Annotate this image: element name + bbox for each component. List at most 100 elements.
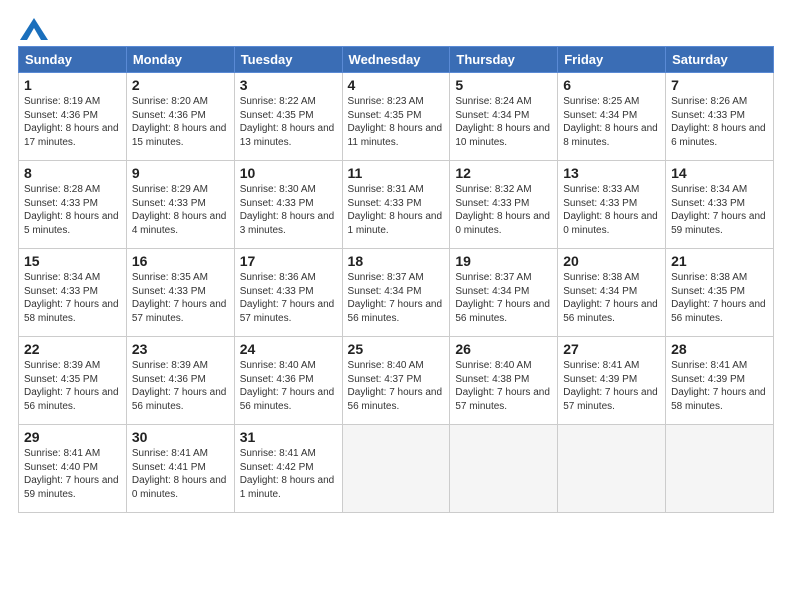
calendar-cell: 31 Sunrise: 8:41 AMSunset: 4:42 PMDayligh… [234,425,342,513]
day-number: 20 [563,253,660,269]
day-number: 16 [132,253,229,269]
cell-text: Sunrise: 8:33 AMSunset: 4:33 PMDaylight:… [563,183,660,237]
day-number: 12 [455,165,552,181]
cell-text: Sunrise: 8:25 AMSunset: 4:34 PMDaylight:… [563,95,660,149]
calendar-cell: 11 Sunrise: 8:31 AMSunset: 4:33 PMDayligh… [342,161,450,249]
cell-text: Sunrise: 8:32 AMSunset: 4:33 PMDaylight:… [455,183,552,237]
weekday-header-wednesday: Wednesday [342,47,450,73]
cell-text: Sunrise: 8:26 AMSunset: 4:33 PMDaylight:… [671,95,768,149]
day-number: 22 [24,341,121,357]
cell-text: Sunrise: 8:40 AMSunset: 4:37 PMDaylight:… [348,359,445,413]
day-number: 11 [348,165,445,181]
logo-icon [20,18,48,40]
weekday-header-tuesday: Tuesday [234,47,342,73]
calendar-cell: 14 Sunrise: 8:34 AMSunset: 4:33 PMDayligh… [666,161,774,249]
calendar-cell: 7 Sunrise: 8:26 AMSunset: 4:33 PMDaylight… [666,73,774,161]
calendar-cell: 19 Sunrise: 8:37 AMSunset: 4:34 PMDayligh… [450,249,558,337]
day-number: 30 [132,429,229,445]
calendar-cell: 13 Sunrise: 8:33 AMSunset: 4:33 PMDayligh… [558,161,666,249]
calendar-cell: 6 Sunrise: 8:25 AMSunset: 4:34 PMDaylight… [558,73,666,161]
calendar-cell: 17Sunrise: 8:36 AMSunset: 4:33 PMDayligh… [234,249,342,337]
cell-text: Sunrise: 8:23 AMSunset: 4:35 PMDaylight:… [348,95,445,149]
calendar-cell: 22 Sunrise: 8:39 AMSunset: 4:35 PMDayligh… [19,337,127,425]
calendar-cell [558,425,666,513]
weekday-header-thursday: Thursday [450,47,558,73]
cell-text: Sunrise: 8:34 AMSunset: 4:33 PMDaylight:… [24,271,121,325]
day-number: 18 [348,253,445,269]
calendar-cell: 28 Sunrise: 8:41 AMSunset: 4:39 PMDayligh… [666,337,774,425]
calendar-cell [342,425,450,513]
calendar: SundayMondayTuesdayWednesdayThursdayFrid… [18,46,774,513]
calendar-cell: 16Sunrise: 8:35 AMSunset: 4:33 PMDayligh… [126,249,234,337]
cell-text: Sunrise: 8:31 AMSunset: 4:33 PMDaylight:… [348,183,445,237]
calendar-cell: 8 Sunrise: 8:28 AMSunset: 4:33 PMDaylight… [19,161,127,249]
day-number: 27 [563,341,660,357]
day-number: 2 [132,77,229,93]
calendar-cell: 25Sunrise: 8:40 AMSunset: 4:37 PMDayligh… [342,337,450,425]
calendar-cell: 18 Sunrise: 8:37 AMSunset: 4:34 PMDayligh… [342,249,450,337]
day-number: 3 [240,77,337,93]
day-number: 5 [455,77,552,93]
day-number: 6 [563,77,660,93]
cell-text: Sunrise: 8:34 AMSunset: 4:33 PMDaylight:… [671,183,768,237]
header [18,18,774,36]
cell-text: Sunrise: 8:37 AMSunset: 4:34 PMDaylight:… [348,271,445,325]
weekday-header-monday: Monday [126,47,234,73]
calendar-cell: 9 Sunrise: 8:29 AMSunset: 4:33 PMDaylight… [126,161,234,249]
day-number: 7 [671,77,768,93]
day-number: 4 [348,77,445,93]
day-number: 1 [24,77,121,93]
cell-text: Sunrise: 8:38 AMSunset: 4:34 PMDaylight:… [563,271,660,325]
cell-text: Sunrise: 8:19 AMSunset: 4:36 PMDaylight:… [24,95,121,149]
calendar-cell: 3Sunrise: 8:22 AMSunset: 4:35 PMDaylight… [234,73,342,161]
calendar-cell: 5 Sunrise: 8:24 AMSunset: 4:34 PMDaylight… [450,73,558,161]
cell-text: Sunrise: 8:29 AMSunset: 4:33 PMDaylight:… [132,183,229,237]
day-number: 24 [240,341,337,357]
weekday-header-friday: Friday [558,47,666,73]
day-number: 8 [24,165,121,181]
day-number: 23 [132,341,229,357]
day-number: 19 [455,253,552,269]
calendar-cell: 4 Sunrise: 8:23 AMSunset: 4:35 PMDaylight… [342,73,450,161]
calendar-cell: 15 Sunrise: 8:34 AMSunset: 4:33 PMDayligh… [19,249,127,337]
day-number: 26 [455,341,552,357]
cell-text: Sunrise: 8:39 AMSunset: 4:36 PMDaylight:… [132,359,229,413]
day-number: 9 [132,165,229,181]
cell-text: Sunrise: 8:41 AMSunset: 4:39 PMDaylight:… [671,359,768,413]
calendar-cell: 21Sunrise: 8:38 AMSunset: 4:35 PMDayligh… [666,249,774,337]
calendar-cell: 30 Sunrise: 8:41 AMSunset: 4:41 PMDayligh… [126,425,234,513]
calendar-cell: 2Sunrise: 8:20 AMSunset: 4:36 PMDaylight… [126,73,234,161]
calendar-cell: 1 Sunrise: 8:19 AMSunset: 4:36 PMDaylight… [19,73,127,161]
cell-text: Sunrise: 8:41 AMSunset: 4:42 PMDaylight:… [240,447,337,501]
cell-text: Sunrise: 8:41 AMSunset: 4:39 PMDaylight:… [563,359,660,413]
logo [18,18,48,36]
day-number: 28 [671,341,768,357]
day-number: 31 [240,429,337,445]
cell-text: Sunrise: 8:24 AMSunset: 4:34 PMDaylight:… [455,95,552,149]
calendar-cell: 20 Sunrise: 8:38 AMSunset: 4:34 PMDayligh… [558,249,666,337]
weekday-header-sunday: Sunday [19,47,127,73]
calendar-cell: 26 Sunrise: 8:40 AMSunset: 4:38 PMDayligh… [450,337,558,425]
calendar-cell: 23 Sunrise: 8:39 AMSunset: 4:36 PMDayligh… [126,337,234,425]
page: SundayMondayTuesdayWednesdayThursdayFrid… [0,0,792,612]
calendar-cell [666,425,774,513]
cell-text: Sunrise: 8:30 AMSunset: 4:33 PMDaylight:… [240,183,337,237]
cell-text: Sunrise: 8:40 AMSunset: 4:36 PMDaylight:… [240,359,337,413]
cell-text: Sunrise: 8:40 AMSunset: 4:38 PMDaylight:… [455,359,552,413]
cell-text: Sunrise: 8:39 AMSunset: 4:35 PMDaylight:… [24,359,121,413]
calendar-cell: 27 Sunrise: 8:41 AMSunset: 4:39 PMDayligh… [558,337,666,425]
cell-text: Sunrise: 8:41 AMSunset: 4:40 PMDaylight:… [24,447,121,501]
cell-text: Sunrise: 8:28 AMSunset: 4:33 PMDaylight:… [24,183,121,237]
cell-text: Sunrise: 8:41 AMSunset: 4:41 PMDaylight:… [132,447,229,501]
calendar-cell: 24 Sunrise: 8:40 AMSunset: 4:36 PMDayligh… [234,337,342,425]
calendar-cell: 29 Sunrise: 8:41 AMSunset: 4:40 PMDayligh… [19,425,127,513]
cell-text: Sunrise: 8:37 AMSunset: 4:34 PMDaylight:… [455,271,552,325]
calendar-cell [450,425,558,513]
day-number: 15 [24,253,121,269]
day-number: 13 [563,165,660,181]
day-number: 14 [671,165,768,181]
day-number: 29 [24,429,121,445]
calendar-cell: 12 Sunrise: 8:32 AMSunset: 4:33 PMDayligh… [450,161,558,249]
day-number: 10 [240,165,337,181]
day-number: 21 [671,253,768,269]
